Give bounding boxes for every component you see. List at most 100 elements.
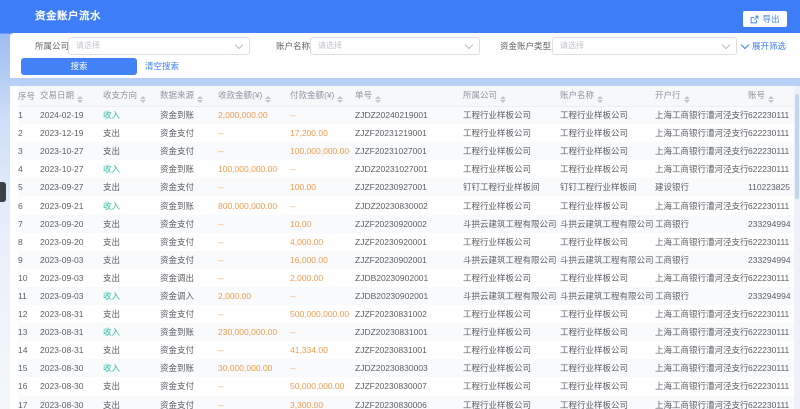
column-header-source[interactable]: 数据来源 (160, 86, 218, 106)
cell-bank: 上海工商银行漕河泾支行 (655, 128, 749, 138)
export-button[interactable]: 导出 (743, 11, 787, 27)
cell-account_name: 工程行业样板公司 (560, 273, 628, 283)
column-header-pay[interactable]: 付款金额(¥) (290, 86, 355, 106)
cell-index: 10 (18, 273, 27, 283)
cell-bank: 工商银行 (655, 255, 689, 265)
column-header-bank[interactable]: 开户行 (655, 86, 748, 106)
cell-index: 13 (18, 327, 27, 337)
vertical-scrollbar[interactable] (794, 86, 800, 409)
column-header-receive[interactable]: 收款金额(¥) (218, 86, 290, 106)
column-header-company[interactable]: 所属公司 (463, 86, 560, 106)
column-header-account_name[interactable]: 账户名称 (560, 86, 655, 106)
sort-icon[interactable] (684, 96, 690, 104)
cell-bank: 上海工商银行漕河泾支行 (655, 400, 749, 409)
cell-company: 工程行业样板公司 (463, 146, 531, 156)
account-select[interactable]: 请选择 (310, 37, 480, 55)
type-select[interactable]: 请选择 (552, 37, 737, 55)
cell-account_no: 622230111 (748, 237, 789, 247)
cell-direction: 支出 (103, 309, 120, 319)
search-button[interactable]: 搜索 (21, 58, 137, 75)
column-header-date[interactable]: 交易日期 (40, 86, 103, 106)
cell-bank: 上海工商银行漕河泾支行 (655, 237, 749, 247)
expand-filter-label: 展开筛选 (752, 37, 786, 55)
cell-receive: -- (218, 219, 224, 229)
column-header-account_no[interactable]: 账号 (748, 86, 800, 106)
cell-order_no: ZJZF20230920001 (355, 237, 427, 247)
table-row: 92023-09-03支出资金支付--16,000.00ZJZF20230902… (18, 251, 800, 269)
cell-source: 资金到账 (160, 363, 194, 373)
column-header-direction[interactable]: 收支方向 (103, 86, 160, 106)
cell-order_no: ZJZF20230902001 (355, 255, 427, 265)
cell-index: 6 (18, 201, 23, 211)
sort-icon[interactable] (140, 96, 146, 104)
cell-index: 3 (18, 146, 23, 156)
cell-direction: 收入 (103, 201, 120, 211)
cell-account_no: 622230111 (748, 164, 789, 174)
cell-account_no: 233294994 (748, 219, 791, 229)
cell-source: 资金支付 (160, 128, 194, 138)
drawer-handle[interactable] (0, 182, 6, 202)
account-filter-label: 账户名称 (276, 37, 310, 55)
cell-account_name: 斗拱云建筑工程有限公司 (560, 291, 654, 301)
cell-pay: 41,334.00 (290, 345, 328, 355)
table-row: 122023-08-31支出资金支付--500,000,000.00ZJZF20… (18, 305, 800, 323)
cell-direction: 收入 (103, 327, 120, 337)
sort-icon[interactable] (77, 96, 83, 104)
cell-direction: 支出 (103, 255, 120, 265)
expand-filter-link[interactable]: 展开筛选 (742, 37, 786, 55)
cell-date: 2024-02-19 (40, 110, 83, 120)
table-row: 82023-09-20支出资金支付--4,000.00ZJZF202309200… (18, 233, 800, 251)
cell-receive: 100,000,000.00 (218, 164, 277, 174)
sort-icon[interactable] (597, 96, 603, 104)
table-row: 172023-08-30支出资金支付--3,300.00ZJZF20230830… (18, 396, 800, 409)
cell-direction: 支出 (103, 237, 120, 247)
cell-company: 工程行业样板公司 (463, 327, 531, 337)
table-row: 52023-09-27支出资金支付--100.00ZJZF20230927001… (18, 178, 800, 196)
cell-receive: 2,000,000.00 (218, 110, 268, 120)
cell-source: 资金支付 (160, 182, 194, 192)
cell-index: 12 (18, 309, 27, 319)
cell-direction: 支出 (103, 128, 120, 138)
cell-date: 2023-08-30 (40, 400, 83, 409)
column-label: 交易日期 (40, 90, 74, 100)
table-row: 162023-08-30支出资金支付--50,000,000.00ZJZF202… (18, 377, 800, 395)
page-title: 资金账户流水 (35, 0, 101, 33)
cell-account_name: 工程行业样板公司 (560, 201, 628, 211)
table-head-row: 序号交易日期 收支方向数据来源收款金额(¥)付款金额(¥)单号 所属公司账户名称开户… (18, 86, 800, 106)
cell-account_name: 工程行业样板公司 (560, 327, 628, 337)
cell-receive: -- (218, 273, 224, 283)
cell-receive: -- (218, 309, 224, 319)
cell-account_no: 622230111 (748, 146, 789, 156)
cell-account_name: 工程行业样板公司 (560, 381, 628, 391)
table-row: 152023-08-30收入资金到账30,000,000.00--ZJDZ202… (18, 359, 800, 377)
chevron-down-icon (741, 41, 749, 49)
cell-source: 资金支付 (160, 400, 194, 409)
cell-order_no: ZJDZ20230830003 (355, 363, 428, 373)
sort-icon[interactable] (337, 96, 343, 104)
sort-icon[interactable] (265, 96, 271, 104)
sort-icon[interactable] (768, 96, 774, 104)
column-label: 序号 (18, 91, 35, 101)
cell-bank: 上海工商银行漕河泾支行 (655, 201, 749, 211)
export-icon (750, 15, 759, 24)
column-label: 单号 (355, 90, 372, 100)
cell-order_no: ZJZF20231027001 (355, 146, 427, 156)
column-header-order_no[interactable]: 单号 (355, 86, 463, 106)
scrollbar-thumb[interactable] (795, 94, 799, 199)
table-row: 32023-10-27支出资金支付--100,000,000.00ZJZF202… (18, 142, 800, 160)
cell-receive: 2,000.00 (218, 291, 251, 301)
cell-account_no: 622230111 (748, 345, 789, 355)
cell-bank: 工商银行 (655, 291, 689, 301)
sort-icon[interactable] (197, 96, 203, 104)
sort-icon[interactable] (500, 96, 506, 104)
cell-date: 2023-09-27 (40, 182, 83, 192)
sort-icon[interactable] (375, 96, 381, 104)
cell-direction: 收入 (103, 363, 120, 373)
cell-source: 资金支付 (160, 255, 194, 265)
clear-search-link[interactable]: 清空搜索 (145, 58, 179, 75)
flow-table-panel: 序号交易日期 收支方向数据来源收款金额(¥)付款金额(¥)单号 所属公司账户名称开户… (10, 86, 800, 409)
company-select[interactable]: 请选择 (68, 37, 250, 55)
cell-receive: -- (218, 345, 224, 355)
cell-source: 资金支付 (160, 146, 194, 156)
cell-bank: 建设银行 (655, 182, 689, 192)
